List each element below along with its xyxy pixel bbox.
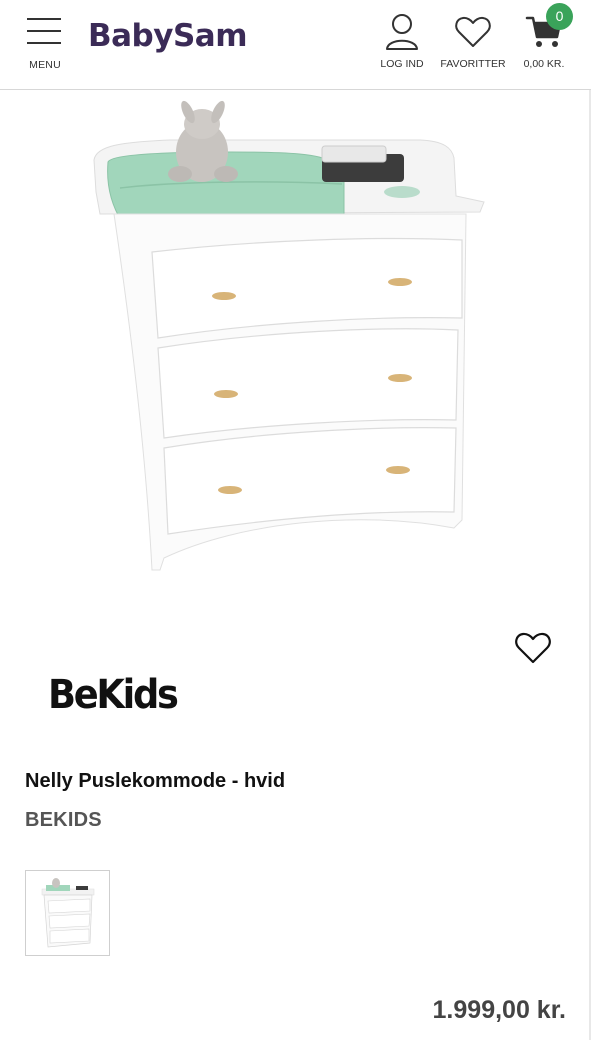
user-icon [386, 14, 418, 50]
login-label: LOG IND [380, 58, 424, 70]
product-thumbnail[interactable] [25, 870, 110, 956]
brand-logo[interactable]: BeKids [48, 672, 179, 718]
product-title: Nelly Puslekommode - hvid [25, 770, 286, 792]
favorites-button[interactable]: FAVORITTER [436, 12, 510, 76]
menu-label: MENU [29, 59, 61, 71]
hamburger-icon [27, 18, 61, 46]
login-button[interactable]: LOG IND [374, 12, 430, 76]
product-brand[interactable]: BEKIDS [25, 809, 102, 832]
favorites-label: FAVORITTER [440, 58, 506, 70]
cart-total: 0,00 KR. [523, 58, 565, 70]
product-image[interactable] [60, 96, 520, 576]
thumbnail-image [41, 878, 95, 948]
site-logo[interactable]: BabySam [88, 18, 248, 54]
heart-icon [515, 632, 551, 664]
heart-icon [455, 16, 491, 47]
site-header: MENU BabySam LOG IND FAVORITTER 0,00 KR.… [0, 0, 591, 90]
add-to-favorites-button[interactable] [512, 628, 554, 668]
menu-button[interactable]: MENU [24, 14, 66, 74]
cart-count-badge: 0 [546, 3, 573, 30]
product-price: 1.999,00 kr. [432, 996, 566, 1024]
